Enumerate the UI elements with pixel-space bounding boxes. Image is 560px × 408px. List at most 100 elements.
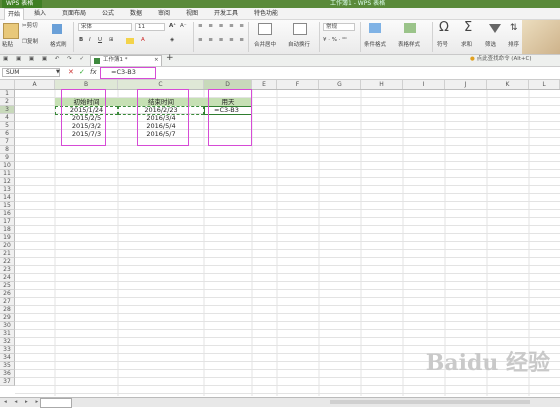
sort-button[interactable]: 排序 (508, 42, 519, 49)
row-header[interactable]: 1 (0, 90, 15, 98)
row-header[interactable]: 17 (0, 218, 15, 226)
row-header[interactable]: 22 (0, 258, 15, 266)
row-header[interactable]: 33 (0, 346, 15, 354)
paste-label[interactable]: 粘贴 (2, 42, 13, 49)
paste-icon[interactable] (3, 23, 19, 39)
menu-data[interactable]: 数据 (130, 8, 142, 19)
align-top-icons[interactable]: ≡ ≡ ≡ ≡ ≡ (198, 23, 246, 30)
merge-icon[interactable] (258, 23, 272, 35)
row-header[interactable]: 14 (0, 194, 15, 202)
column-header-l[interactable]: L (529, 80, 560, 89)
sheet-tab[interactable] (40, 398, 72, 408)
row-header[interactable]: 4 (0, 114, 15, 122)
column-header-f[interactable]: F (277, 80, 319, 89)
column-header-d[interactable]: D (204, 80, 252, 89)
row-header[interactable]: 7 (0, 138, 15, 146)
sort-icon[interactable]: ⇅ (510, 24, 518, 33)
symbol-button[interactable]: 符号 (437, 42, 448, 49)
row-header[interactable]: 15 (0, 202, 15, 210)
row-header[interactable]: 11 (0, 170, 15, 178)
quick-access-icons[interactable]: ▣ ▣ ▣ ▣ ↶ ↷ ✓ ♥ (3, 56, 100, 63)
font-size-select[interactable]: 11 (135, 23, 165, 31)
select-all-corner[interactable] (0, 80, 15, 89)
close-tab-icon[interactable]: × (154, 57, 159, 64)
shrink-font-icon[interactable]: A⁻ (180, 23, 187, 30)
grow-font-icon[interactable]: A⁺ (169, 23, 176, 30)
name-box-dropdown-icon[interactable]: ▼ (56, 69, 60, 76)
horizontal-scrollbar[interactable] (330, 400, 530, 404)
number-format-select[interactable]: 常规 (323, 23, 355, 31)
row-header[interactable]: 18 (0, 226, 15, 234)
row-header[interactable]: 21 (0, 250, 15, 258)
tab-workbook1[interactable]: 工作簿1 * × (90, 55, 162, 66)
column-header-h[interactable]: H (361, 80, 403, 89)
border-icon[interactable]: ⊞ (109, 37, 114, 44)
sum-button[interactable]: 求和 (461, 42, 472, 49)
app-menu-button[interactable]: WPS 表格 (2, 0, 42, 8)
row-header[interactable]: 35 (0, 362, 15, 370)
menu-page-layout[interactable]: 页面布局 (62, 8, 86, 19)
formula-input[interactable]: =C3-B3 (100, 67, 156, 79)
row-header[interactable]: 16 (0, 210, 15, 218)
row-header[interactable]: 10 (0, 162, 15, 170)
menu-developer[interactable]: 开发工具 (214, 8, 238, 19)
menu-review[interactable]: 审阅 (158, 8, 170, 19)
menu-formulas[interactable]: 公式 (102, 8, 114, 19)
row-header[interactable]: 23 (0, 266, 15, 274)
column-header-j[interactable]: J (445, 80, 487, 89)
menu-view[interactable]: 视图 (186, 8, 198, 19)
font-color-icon[interactable]: A (141, 37, 145, 44)
font-name-select[interactable]: 宋体 (78, 23, 132, 31)
new-tab-button[interactable]: + (166, 54, 174, 63)
table-style-button[interactable]: 表格样式 (398, 42, 420, 49)
cut-button[interactable]: ✂剪切 (22, 23, 38, 30)
name-box[interactable]: SUM (2, 68, 60, 77)
row-header[interactable]: 13 (0, 186, 15, 194)
menu-home[interactable]: 开始 (4, 8, 25, 20)
row-header[interactable]: 20 (0, 242, 15, 250)
filter-icon[interactable] (489, 24, 501, 33)
omega-icon[interactable]: Ω (439, 20, 449, 35)
cancel-icon[interactable]: ✕ (68, 68, 74, 76)
menu-insert[interactable]: 插入 (34, 8, 46, 19)
clear-format-icon[interactable]: ◈ (170, 37, 174, 44)
row-header[interactable]: 28 (0, 306, 15, 314)
confirm-icon[interactable]: ✓ (79, 68, 85, 76)
bold-icon[interactable]: B (79, 37, 83, 44)
fx-icon[interactable]: fx (90, 68, 97, 76)
row-header[interactable]: 2 (0, 98, 15, 106)
row-header[interactable]: 32 (0, 338, 15, 346)
row-header[interactable]: 19 (0, 234, 15, 242)
merge-button[interactable]: 合并居中 (254, 42, 276, 49)
currency-icon[interactable]: ¥ · % · ⁰⁰ (323, 37, 347, 44)
wrap-button[interactable]: 自动换行 (288, 42, 310, 49)
row-header[interactable]: 5 (0, 122, 15, 130)
row-header[interactable]: 8 (0, 146, 15, 154)
row-header[interactable]: 12 (0, 178, 15, 186)
row-header[interactable]: 25 (0, 282, 15, 290)
table-style-icon[interactable] (404, 23, 416, 33)
row-header[interactable]: 26 (0, 290, 15, 298)
underline-icon[interactable]: U (98, 37, 102, 44)
sheet-nav-arrows[interactable]: ◂ ◂ ▸ ▸ (4, 399, 41, 406)
row-header[interactable]: 24 (0, 274, 15, 282)
menu-special[interactable]: 特色功能 (254, 8, 278, 19)
copy-button[interactable]: ❐复制 (22, 39, 38, 46)
align-left-icons[interactable]: ≡ ≡ ≡ ≡ ≡ (198, 37, 246, 44)
cond-format-button[interactable]: 条件格式 (364, 42, 386, 49)
cond-format-icon[interactable] (369, 23, 381, 33)
row-header[interactable]: 6 (0, 130, 15, 138)
row-header[interactable]: 30 (0, 322, 15, 330)
column-header-e[interactable]: E (252, 80, 277, 89)
row-header[interactable]: 29 (0, 314, 15, 322)
fill-color-icon[interactable] (126, 38, 134, 44)
format-painter-label[interactable]: 格式刷 (50, 42, 67, 49)
row-header[interactable]: 37 (0, 378, 15, 386)
italic-icon[interactable]: I (89, 37, 91, 44)
row-header[interactable]: 31 (0, 330, 15, 338)
column-header-a[interactable]: A (15, 80, 55, 89)
column-header-k[interactable]: K (487, 80, 529, 89)
format-painter-icon[interactable] (52, 24, 62, 34)
sigma-icon[interactable]: Σ (464, 20, 472, 35)
row-header[interactable]: 34 (0, 354, 15, 362)
